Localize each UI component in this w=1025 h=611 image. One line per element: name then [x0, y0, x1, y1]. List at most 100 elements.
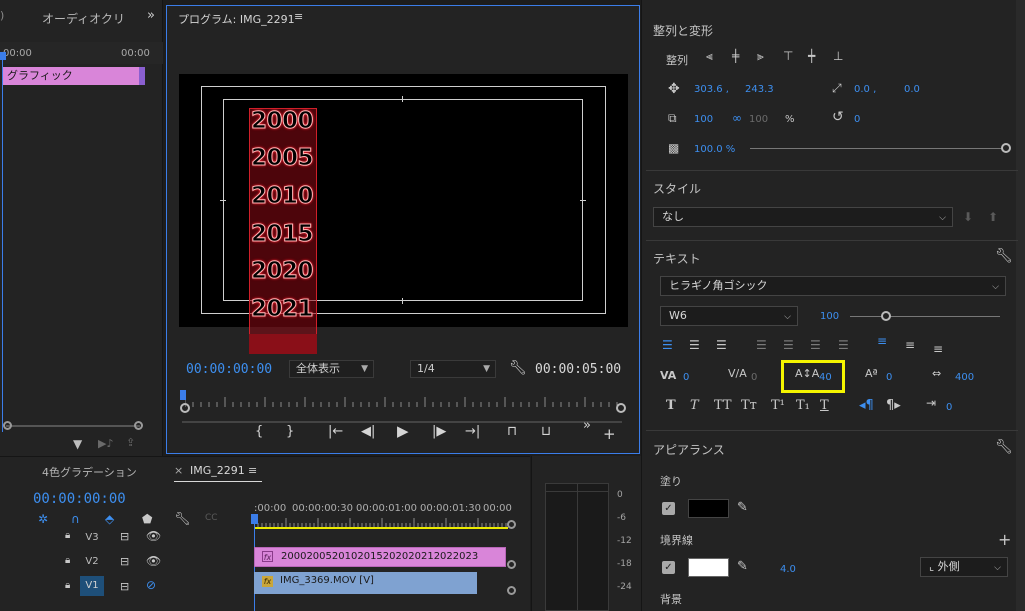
kerning-value[interactable]: 0: [683, 372, 689, 383]
align-top-text-icon[interactable]: ≡: [877, 334, 887, 348]
lock-icon[interactable]: 🔒︎: [65, 530, 70, 541]
opacity-slider-knob[interactable]: [1001, 143, 1011, 153]
small-caps-icon[interactable]: Tт: [741, 398, 757, 413]
stroke-color-swatch[interactable]: [688, 558, 729, 577]
panel-menu-icon[interactable]: ≡: [248, 464, 257, 477]
opacity-value[interactable]: 100.0 %: [694, 144, 735, 155]
justify-left-icon[interactable]: ☰: [756, 338, 767, 352]
underline-icon[interactable]: T: [820, 398, 829, 413]
text-align-center-icon[interactable]: ☰: [689, 338, 700, 352]
export-icon[interactable]: ⇪: [126, 436, 135, 449]
eyedropper-icon[interactable]: ✎: [737, 559, 748, 574]
superscript-icon[interactable]: T¹: [771, 398, 785, 413]
text-align-left-icon[interactable]: ☰: [662, 338, 673, 352]
snap-icon[interactable]: ∩: [71, 512, 80, 526]
align-bottom-icon[interactable]: ⊥: [833, 49, 843, 63]
source-scrollbar[interactable]: [6, 425, 140, 427]
push-style-down-icon[interactable]: ⬇: [963, 210, 973, 224]
go-to-in-icon[interactable]: |←: [328, 424, 343, 439]
program-playhead-handle[interactable]: [180, 390, 186, 400]
track-v3[interactable]: V3: [80, 528, 104, 548]
font-size-slider[interactable]: [850, 316, 1000, 317]
stroke-checkbox[interactable]: ✓: [662, 561, 675, 574]
panel-scrollbar[interactable]: [1016, 0, 1025, 611]
rtl-paragraph-icon[interactable]: ¶▸: [886, 398, 901, 413]
more-controls-icon[interactable]: »: [583, 418, 591, 433]
button-editor-icon[interactable]: +: [603, 425, 616, 443]
step-back-icon[interactable]: ◀|: [361, 424, 375, 439]
sync-lock-icon[interactable]: ⊟: [120, 555, 129, 568]
timeline-scroll-bottom-handle[interactable]: [507, 586, 516, 595]
justify-right-icon[interactable]: ☰: [810, 338, 821, 352]
lift-icon[interactable]: ⊓: [507, 424, 517, 439]
anchor-x-value[interactable]: 0.0 ,: [854, 84, 876, 95]
faux-bold-icon[interactable]: T: [666, 398, 676, 413]
program-time-ruler[interactable]: [185, 395, 621, 409]
tab-audio-clip-mixer[interactable]: オーディオクリ: [42, 10, 125, 27]
tab-sequence-img2291[interactable]: IMG_2291: [190, 464, 245, 477]
resolution-select[interactable]: 1/4 ▼: [410, 360, 496, 378]
source-playhead[interactable]: [2, 52, 3, 432]
linked-selection-icon[interactable]: ⬘: [105, 512, 114, 526]
font-select[interactable]: ヒラギノ角ゴシック ⌵: [660, 276, 1006, 296]
timeline-playhead-handle[interactable]: [251, 514, 258, 524]
align-top-icon[interactable]: ⊤: [783, 49, 793, 63]
ltr-paragraph-icon[interactable]: ◂¶: [859, 398, 874, 413]
program-zoom-left-handle[interactable]: [180, 403, 190, 413]
tab-sequence-gradient[interactable]: 4色グラデーション: [42, 464, 137, 480]
work-area-bar[interactable]: [254, 527, 508, 529]
source-clip-graphic[interactable]: グラフィック: [3, 67, 145, 85]
lock-icon[interactable]: 🔒︎: [65, 555, 70, 566]
program-timecode[interactable]: 00:00:00:00: [186, 362, 272, 377]
opacity-slider[interactable]: [750, 148, 1006, 149]
zoom-select[interactable]: 全体表示 ▼: [289, 360, 374, 378]
eye-hidden-icon[interactable]: ⊘: [146, 578, 156, 592]
add-stroke-icon[interactable]: +: [998, 530, 1011, 549]
filter-icon[interactable]: ▼: [73, 437, 82, 451]
align-right-icon[interactable]: ⫸: [757, 49, 764, 64]
play-icon[interactable]: ▶: [397, 422, 409, 440]
wrench-icon[interactable]: 🔧︎: [995, 248, 1013, 264]
timeline-scroll-top-handle[interactable]: [507, 520, 516, 529]
align-center-v-icon[interactable]: ┿: [808, 49, 815, 63]
source-scroll-right-handle[interactable]: [134, 421, 143, 430]
font-size-value[interactable]: 100: [820, 311, 839, 322]
eye-icon[interactable]: 👁︎: [146, 529, 161, 543]
track-v2[interactable]: V2: [80, 552, 104, 572]
wrench-icon[interactable]: 🔧︎: [995, 439, 1013, 455]
style-select[interactable]: なし ⌵: [653, 207, 953, 227]
anchor-y-value[interactable]: 0.0: [904, 84, 920, 95]
program-title[interactable]: プログラム: IMG_2291: [178, 11, 295, 27]
align-left-icon[interactable]: ⫷: [706, 49, 713, 64]
more-panels-icon[interactable]: »: [147, 8, 155, 23]
captions-icon[interactable]: CC: [205, 513, 218, 523]
leading-value[interactable]: 40: [819, 372, 832, 383]
position-y-value[interactable]: 243.3: [745, 84, 774, 95]
sync-lock-icon[interactable]: ⊟: [120, 530, 129, 543]
align-bottom-text-icon[interactable]: ≡: [933, 342, 943, 356]
text-align-right-icon[interactable]: ☰: [716, 338, 727, 352]
lock-icon[interactable]: 🔒︎: [65, 580, 70, 591]
eye-icon[interactable]: 👁︎: [146, 554, 161, 568]
fill-color-swatch[interactable]: [688, 499, 729, 518]
close-icon[interactable]: ×: [174, 464, 183, 477]
source-scroll-left-handle[interactable]: [3, 421, 12, 430]
program-zoom-right-handle[interactable]: [616, 403, 626, 413]
stroke-position-select[interactable]: ⌞ 外側 ⌵: [920, 557, 1008, 577]
font-weight-select[interactable]: W6 ⌵: [660, 306, 798, 326]
link-icon[interactable]: ∞: [732, 111, 742, 125]
wrench-icon[interactable]: 🔧︎: [509, 360, 527, 376]
align-center-h-icon[interactable]: ╪: [732, 49, 739, 63]
panel-menu-icon[interactable]: ≡: [294, 10, 303, 23]
rotation-value[interactable]: 0: [854, 114, 860, 125]
all-caps-icon[interactable]: TT: [714, 398, 732, 413]
tsume-value[interactable]: 400: [955, 372, 974, 383]
sync-lock-icon[interactable]: ⊟: [120, 580, 129, 593]
timeline-settings-icon[interactable]: 🔧︎: [174, 512, 191, 527]
font-size-slider-knob[interactable]: [881, 311, 891, 321]
timeline-scroll-mid-handle[interactable]: [507, 560, 516, 569]
add-marker-icon[interactable]: ⬟: [142, 512, 152, 526]
tab-width-value[interactable]: 0: [946, 402, 952, 413]
clip-graphic[interactable]: 2000200520102015202020212022023: [254, 547, 506, 567]
extract-icon[interactable]: ⊔: [541, 424, 551, 439]
